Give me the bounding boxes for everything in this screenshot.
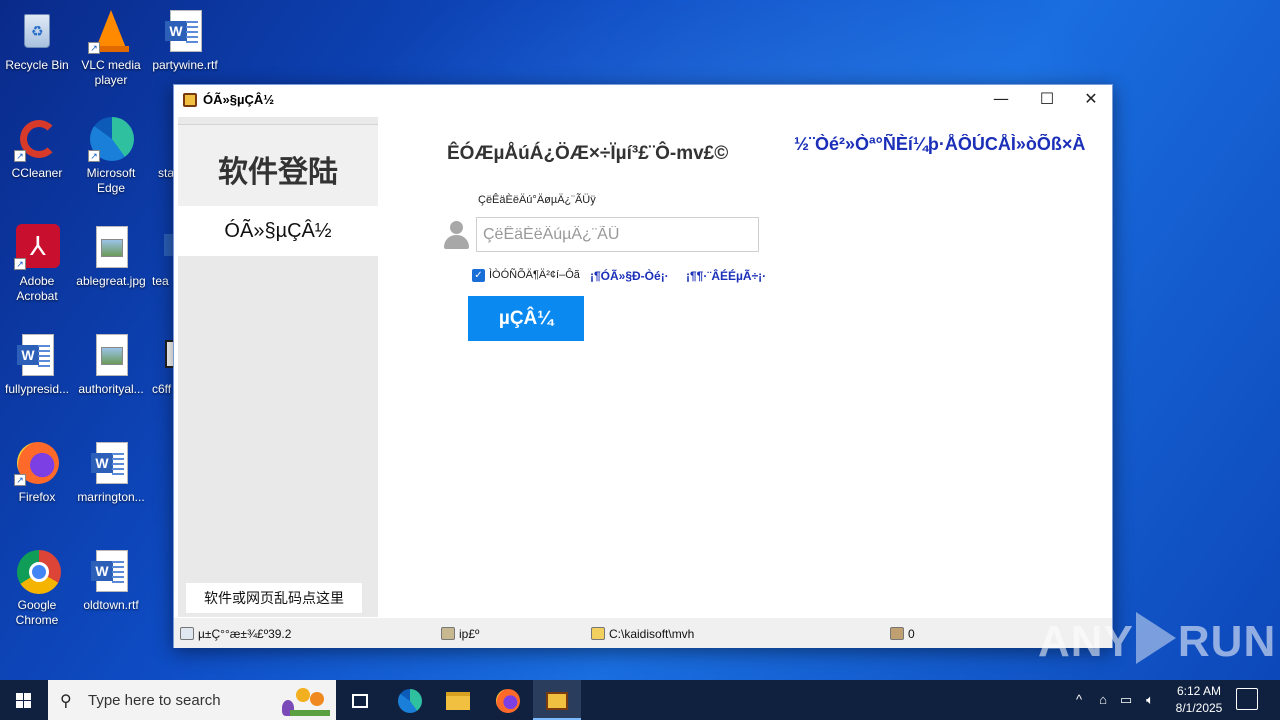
window-title: ÓÃ»§µÇÂ½ [203, 92, 275, 107]
user-icon [442, 219, 470, 249]
status-version: µ±Ç°°æ±¾£º39.2 [180, 626, 291, 642]
card-key-input[interactable] [476, 217, 759, 252]
taskbar-edge[interactable] [386, 680, 434, 720]
desktop-icon-marrington[interactable]: W marrington... [74, 440, 148, 505]
status-bar: µ±Ç°°æ±¾£º39.2 ip£º C:\kaidisoft\mvh 0 [174, 618, 1112, 648]
login-button[interactable]: µÇÂ¼ [468, 296, 584, 341]
firefox-icon [496, 689, 520, 714]
clock-date: 8/1/2025 [1175, 701, 1223, 715]
encoding-help-button[interactable]: 软件或网页乱码点这里 [186, 583, 362, 613]
image-file-icon [88, 224, 134, 270]
desktop-icon-fullypresid[interactable]: W fullypresid... [0, 332, 74, 397]
clock-time: 6:12 AM [1176, 684, 1222, 698]
minimize-button[interactable]: — [978, 85, 1024, 115]
desktop-icon-microsoft-edge[interactable]: ↗ Microsoft Edge [74, 116, 148, 196]
desktop-icon-authorityal[interactable]: authorityal... [74, 332, 148, 397]
status-ip: ip£º [441, 626, 479, 642]
ccleaner-icon: ↗ [14, 116, 60, 162]
close-button[interactable]: ✕ [1068, 85, 1114, 115]
status-path: C:\kaidisoft\mvh [591, 626, 694, 642]
network-icon: ▭ [1119, 692, 1133, 707]
app-icon [183, 93, 197, 107]
edge-icon [398, 689, 422, 714]
sidebar: 软件登陆 ÓÃ»§µÇÂ½ 软件或网页乱码点这里 [178, 117, 378, 617]
desktop-icon-adobe-acrobat[interactable]: ⅄ ↗ Adobe Acrobat [0, 224, 74, 304]
taskbar-clock[interactable]: 6:12 AM 8/1/2025 [1166, 683, 1232, 717]
tray-device-icon[interactable]: ⌂ [1094, 680, 1112, 720]
title-bar[interactable]: ÓÃ»§µÇÂ½ — ☐ ✕ [174, 85, 1112, 115]
desktop-icon-ablegreat[interactable]: ablegreat.jpg [74, 224, 148, 289]
acrobat-icon: ⅄ ↗ [14, 224, 60, 270]
app-icon [546, 692, 568, 711]
user-agreement-link[interactable]: ¡¶ÓÃ»§Ð-Òé¡· [590, 269, 669, 283]
usb-icon: ⌂ [1099, 692, 1107, 707]
chrome-icon [14, 548, 61, 594]
word-document-icon: W [162, 8, 208, 54]
sidebar-title: 软件登陆 [218, 156, 338, 189]
taskbar-search[interactable]: ⚲ Type here to search [48, 680, 336, 720]
word-document-icon: W [14, 332, 60, 378]
version-icon [180, 627, 194, 640]
main-title: ÊÓÆµÅúÁ¿ÖÆ×÷Ïµí³£¨Ô-mv£© [447, 143, 729, 164]
tray-volume-icon[interactable]: 🔈︎ [1140, 680, 1160, 720]
scrolling-notice: ½¨Òé²»Òª°ÑÈí¼þ·ÅÔÚCÅÌ»òÕß×À [794, 134, 1086, 154]
task-view-icon [352, 694, 368, 709]
desktop-icon-recycle-bin[interactable]: ♻ Recycle Bin [0, 8, 74, 73]
play-icon [1135, 612, 1176, 664]
recycle-bin-icon: ♻ [14, 8, 60, 54]
remember-checkbox[interactable]: ✓ [472, 269, 485, 282]
vlc-cone-icon: ↗ [88, 8, 134, 54]
folder-icon [446, 692, 470, 711]
search-placeholder: Type here to search [88, 692, 221, 709]
desktop-icon-google-chrome[interactable]: Google Chrome [0, 548, 74, 628]
search-icon: ⚲ [60, 693, 72, 710]
card-key-label: ÇëÊäÈëÄú°ÄøµÄ¿¨ÃÜÿ [478, 194, 596, 206]
windows-logo-icon [16, 693, 23, 700]
taskbar: ⚲ Type here to search ^ ⌂ ▭ 🔈︎ 6:12 AM 8… [0, 680, 1280, 720]
legal-notice-link[interactable]: ¡¶¶·¨ÂÉÉµÃ÷¡· [686, 269, 766, 283]
remember-label: ÌÒÓÑÕÄ¶Ä²¢í–Ôã [489, 269, 580, 281]
taskbar-file-explorer[interactable] [434, 680, 482, 720]
sidebar-item-user-login[interactable]: ÓÃ»§µÇÂ½ [178, 206, 378, 256]
image-file-icon [88, 332, 134, 378]
desktop-icon-partywine[interactable]: W partywine.rtf [148, 8, 222, 73]
chevron-up-icon: ^ [1075, 692, 1083, 707]
anyrun-watermark: ANY RUN [1038, 612, 1276, 667]
folder-icon [591, 627, 605, 640]
login-window: ÓÃ»§µÇÂ½ — ☐ ✕ 软件登陆 ÓÃ»§µÇÂ½ 软件或网页乱码点这里 … [173, 84, 1113, 648]
start-button[interactable] [0, 680, 48, 720]
maximize-button[interactable]: ☐ [1024, 85, 1070, 115]
edge-icon: ↗ [88, 116, 134, 162]
word-document-icon: W [88, 548, 134, 594]
desktop-icon-firefox[interactable]: ↗ Firefox [0, 440, 74, 505]
taskbar-firefox[interactable] [484, 680, 532, 720]
desktop-icon-ccleaner[interactable]: ↗ CCleaner [0, 116, 74, 181]
sidebar-header: 软件登陆 [178, 124, 378, 206]
task-view-button[interactable] [336, 680, 384, 720]
search-highlight-icon [270, 682, 332, 718]
firefox-icon: ↗ [14, 440, 60, 486]
users-icon [890, 627, 904, 640]
taskbar-login-app[interactable] [533, 680, 581, 720]
show-hidden-icons[interactable]: ^ [1068, 680, 1090, 720]
status-count: 0 [890, 626, 915, 642]
desktop-icon-vlc[interactable]: ↗ VLC media player [74, 8, 148, 88]
tray-network-icon[interactable]: ▭ [1116, 680, 1136, 720]
network-icon [441, 627, 455, 640]
speaker-icon: 🔈︎ [1146, 692, 1154, 707]
word-document-icon: W [88, 440, 134, 486]
desktop-icon-oldtown[interactable]: W oldtown.rtf [74, 548, 148, 613]
notification-center-icon[interactable] [1236, 688, 1258, 710]
